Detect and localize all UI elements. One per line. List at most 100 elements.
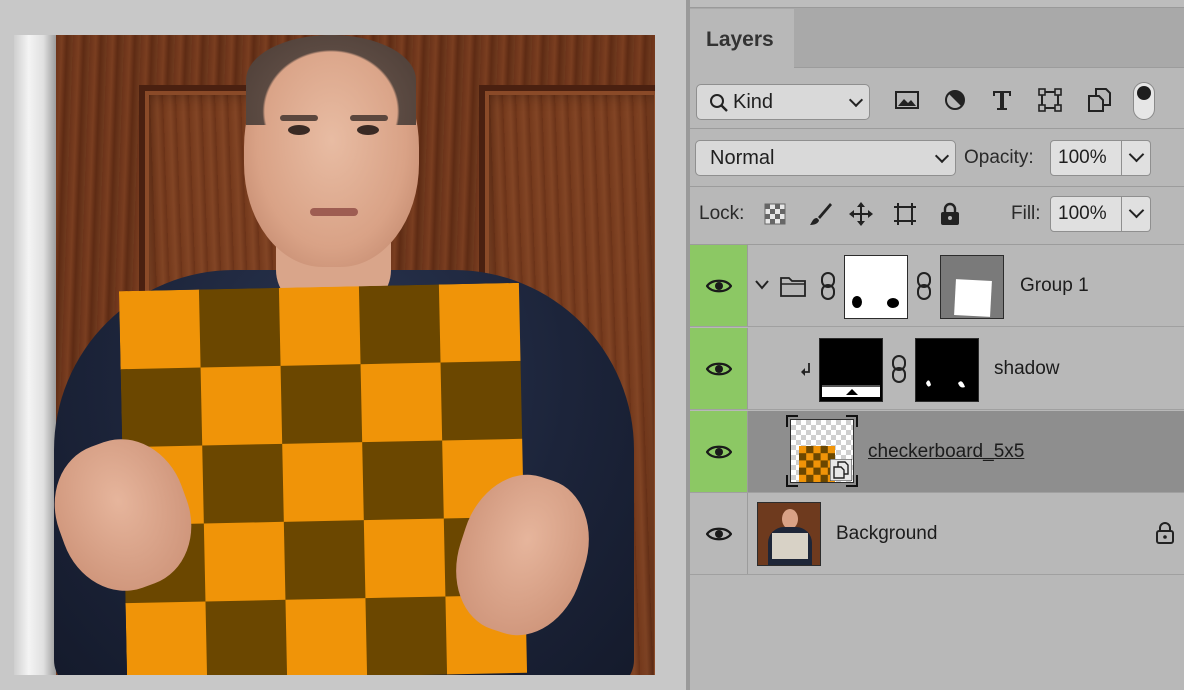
shape-filter-icon[interactable] (1036, 86, 1064, 114)
chevron-down-icon (934, 148, 950, 164)
lock-label: Lock: (699, 203, 745, 224)
checker-square (440, 360, 523, 442)
layer-mask-thumbnail[interactable] (915, 338, 979, 402)
link-icon[interactable] (890, 354, 908, 384)
checkerboard-graphic (118, 282, 528, 675)
blend-mode-value: Normal (710, 146, 775, 169)
door-frame (14, 35, 56, 675)
opacity-chevron-icon[interactable] (1122, 140, 1151, 176)
checkerboard-layer-content (118, 282, 528, 675)
fill-value: 100% (1058, 203, 1107, 224)
eye-icon (705, 362, 732, 375)
filter-toggle-icon[interactable] (1133, 82, 1155, 120)
thumb-paper (772, 533, 808, 559)
visibility-toggle[interactable] (690, 411, 748, 492)
layer-row-shadow[interactable]: shadow (690, 328, 1184, 410)
layer-row-checkerboard[interactable]: checkerboard_5x5 (690, 411, 1184, 493)
checker-square (198, 287, 282, 369)
visibility-toggle[interactable] (690, 245, 748, 326)
search-icon (710, 94, 728, 112)
lock-artboard-icon[interactable] (891, 200, 919, 228)
checker-square (362, 440, 445, 521)
toggle-knob (1137, 86, 1151, 100)
adjustment-thumbnail[interactable] (819, 338, 883, 402)
visibility-toggle[interactable] (690, 493, 748, 574)
smart-object-badge-icon (830, 459, 852, 481)
lock-position-icon[interactable] (847, 200, 875, 228)
lock-image-pixels-icon[interactable] (807, 200, 835, 228)
image-filter-icon[interactable] (893, 86, 921, 114)
levels-bar (822, 385, 880, 397)
smart-object-thumbnail[interactable] (790, 419, 854, 483)
type-filter-icon[interactable] (988, 86, 1016, 114)
panel-tab-strip: Layers (690, 0, 1184, 68)
visibility-toggle[interactable] (690, 328, 748, 409)
checker-square (125, 601, 208, 675)
layer-row-group[interactable]: Group 1 (690, 245, 1184, 327)
checker-square (283, 520, 367, 601)
photo-image (14, 35, 655, 675)
layer-mask-thumbnail[interactable] (844, 255, 908, 319)
filter-kind-label: Kind (733, 90, 774, 113)
background-thumbnail[interactable] (757, 502, 821, 566)
fill-label: Fill: (1011, 203, 1041, 224)
adjustment-filter-icon[interactable] (941, 86, 969, 114)
checker-square (280, 364, 363, 445)
layer-row-background[interactable]: Background (690, 493, 1184, 575)
lock-transparent-pixels-icon[interactable] (761, 200, 789, 228)
document-canvas[interactable] (0, 0, 686, 690)
opacity-value: 100% (1058, 147, 1107, 168)
layers-panel: Layers Kind Normal Opacity: 100% Lock: F… (690, 0, 1184, 690)
right-eye (357, 125, 379, 135)
left-eye (288, 125, 310, 135)
left-brow (280, 115, 318, 121)
person-mouth (310, 208, 358, 216)
checker-square (360, 362, 443, 443)
tab-layers[interactable]: Layers (690, 9, 794, 68)
layer-name[interactable]: Background (836, 523, 937, 545)
levels-marker (846, 389, 858, 395)
checker-square (118, 289, 202, 370)
fill-input[interactable]: 100% (1050, 196, 1122, 232)
clipping-arrow-icon (801, 363, 810, 376)
fill-chevron-icon[interactable] (1122, 196, 1151, 232)
tab-strip-top (690, 0, 1184, 8)
link-icon[interactable] (819, 271, 837, 301)
checker-square (282, 442, 365, 523)
blend-mode-dropdown[interactable]: Normal (695, 140, 956, 176)
layer-name[interactable]: shadow (994, 358, 1060, 380)
chevron-down-icon[interactable] (754, 279, 770, 291)
checker-square (365, 596, 448, 675)
divider (690, 128, 1184, 129)
checker-square (203, 521, 287, 603)
vector-mask-thumbnail[interactable] (940, 255, 1004, 319)
lock-all-icon[interactable] (936, 200, 964, 228)
checker-square (202, 443, 285, 525)
filter-kind-dropdown[interactable]: Kind (696, 84, 870, 120)
link-icon[interactable] (915, 271, 933, 301)
eye-icon (705, 445, 732, 458)
smart-object-filter-icon[interactable] (1085, 86, 1113, 114)
person-hair (246, 35, 416, 125)
eye-icon (705, 527, 732, 540)
layers-empty-area[interactable] (690, 576, 1184, 690)
thumb-head (782, 509, 798, 529)
checker-square (358, 284, 442, 365)
right-brow (350, 115, 388, 121)
tab-layers-label: Layers (706, 27, 774, 51)
checker-square (205, 599, 288, 675)
checker-square (438, 282, 522, 364)
checker-square (363, 518, 447, 599)
opacity-label: Opacity: (964, 147, 1034, 168)
vector-mask-shape (954, 279, 992, 317)
checker-square (120, 367, 204, 448)
chevron-down-icon (848, 92, 864, 108)
lock-icon[interactable] (1155, 522, 1175, 544)
folder-icon (780, 277, 806, 297)
opacity-input[interactable]: 100% (1050, 140, 1122, 176)
checker-square (200, 365, 284, 447)
layer-name[interactable]: checkerboard_5x5 (868, 441, 1024, 463)
eye-icon (705, 279, 732, 292)
layer-name[interactable]: Group 1 (1020, 275, 1089, 297)
divider (690, 186, 1184, 187)
